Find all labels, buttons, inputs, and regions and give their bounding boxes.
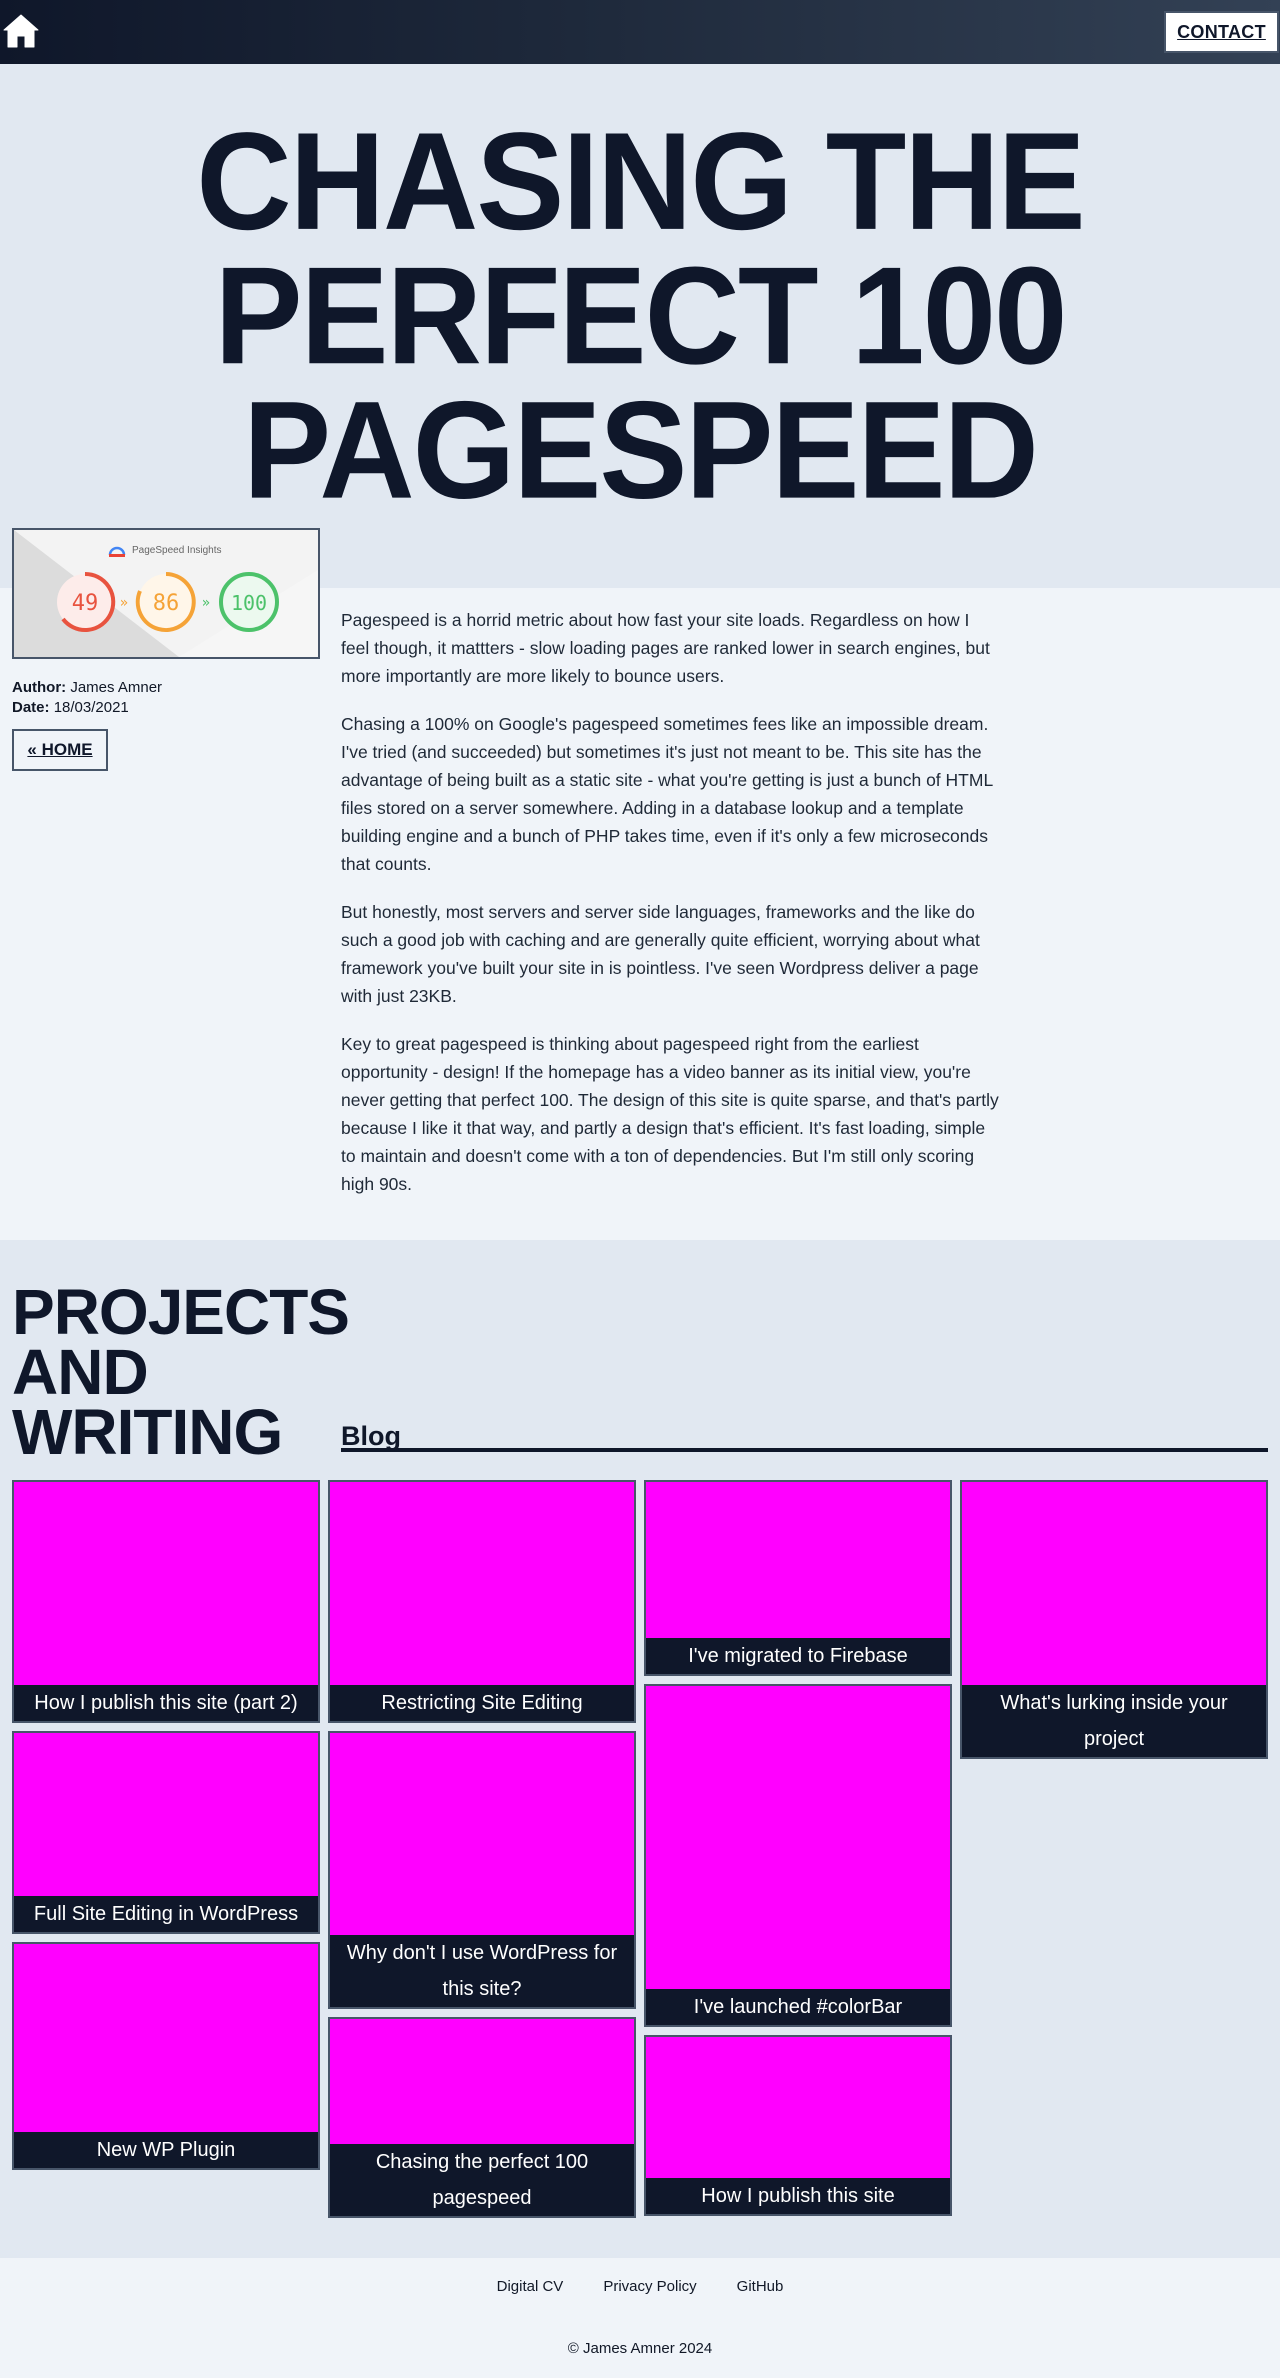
thumbnail-brand: PageSpeed Insights (132, 545, 222, 556)
author-label: Author: (12, 679, 67, 696)
score-poor: 49 (72, 591, 99, 616)
blog-card[interactable]: How I publish this site (644, 2035, 952, 2216)
score-average: 86 (153, 591, 180, 616)
site-footer: Digital CV Privacy Policy GitHub © James… (0, 2258, 1280, 2378)
article-content: Pagespeed is a horrid metric about how f… (341, 606, 1001, 1218)
blog-card-title: Restricting Site Editing (330, 1685, 634, 1721)
back-home-button[interactable]: « HOME (12, 729, 108, 771)
blog-card[interactable]: New WP Plugin (12, 1942, 320, 2170)
footer-link-github[interactable]: GitHub (737, 2278, 784, 2295)
footer-link-privacy-policy[interactable]: Privacy Policy (603, 2278, 696, 2295)
blog-card[interactable]: Restricting Site Editing (328, 1480, 636, 1723)
svg-text:»: » (202, 595, 211, 611)
contact-button[interactable]: CONTACT (1164, 11, 1279, 53)
publish-date: 18/03/2021 (53, 699, 129, 716)
blog-card[interactable]: Full Site Editing in WordPress (12, 1731, 320, 1934)
blog-card-title: Chasing the perfect 100 pagespeed (330, 2144, 634, 2216)
article-thumbnail: PageSpeed Insights 49 » 86 » 100 (12, 528, 320, 659)
article-paragraph: Pagespeed is a horrid metric about how f… (341, 610, 990, 686)
blog-card[interactable]: Chasing the perfect 100 pagespeed (328, 2017, 636, 2218)
blog-card[interactable]: I've launched #colorBar (644, 1684, 952, 2027)
blog-card-title: What's lurking inside your project (962, 1685, 1266, 1757)
date-label: Date: (12, 699, 50, 716)
page-title-line: PERFECT 100 (214, 238, 1068, 393)
copyright: © James Amner 2024 (567, 2340, 713, 2357)
blog-card-title: How I publish this site (part 2) (14, 1685, 318, 1721)
article-paragraph: Key to great pagespeed is thinking about… (341, 1034, 999, 1194)
blog-card[interactable]: I've migrated to Firebase (644, 1480, 952, 1676)
score-good: 100 (231, 591, 267, 615)
projects-heading-line: WRITING (12, 1396, 283, 1468)
date-line: Date: 18/03/2021 (12, 698, 162, 718)
blog-card-title: I've migrated to Firebase (646, 1638, 950, 1674)
page-title: CHASING THE PERFECT 100 PAGESPEED (0, 112, 1280, 519)
footer-links: Digital CV Privacy Policy GitHub (0, 2278, 1280, 2295)
blog-card-title: How I publish this site (646, 2178, 950, 2214)
top-navigation-bar: CONTACT (0, 0, 1280, 64)
blog-card[interactable]: Why don't I use WordPress for this site? (328, 1731, 636, 2009)
author-line: Author: James Amner (12, 678, 162, 698)
blog-heading: Blog (341, 1422, 1268, 1452)
article-paragraph: Chasing a 100% on Google's pagespeed som… (341, 714, 993, 874)
blog-card-title: I've launched #colorBar (646, 1989, 950, 2025)
svg-text:»: » (120, 595, 129, 611)
page-title-line: CHASING THE (196, 103, 1085, 259)
page-title-line: PAGESPEED (243, 372, 1039, 528)
blog-card[interactable]: What's lurking inside your project (960, 1480, 1268, 1759)
home-icon[interactable] (2, 12, 40, 50)
blog-card-title: Full Site Editing in WordPress (14, 1896, 318, 1932)
article-meta: Author: James Amner Date: 18/03/2021 (12, 678, 162, 718)
article-paragraph: But honestly, most servers and server si… (341, 902, 980, 1006)
blog-card-title: Why don't I use WordPress for this site? (330, 1935, 634, 2007)
author-name: James Amner (70, 679, 163, 696)
projects-section: PROJECTS AND WRITING Blog How I publish … (0, 1240, 1280, 2258)
blog-card-title: New WP Plugin (14, 2132, 318, 2168)
projects-heading: PROJECTS AND WRITING (12, 1280, 350, 1464)
hero-section: CHASING THE PERFECT 100 PAGESPEED (0, 64, 1280, 588)
blog-card[interactable]: How I publish this site (part 2) (12, 1480, 320, 1723)
footer-link-digital-cv[interactable]: Digital CV (497, 2278, 564, 2295)
